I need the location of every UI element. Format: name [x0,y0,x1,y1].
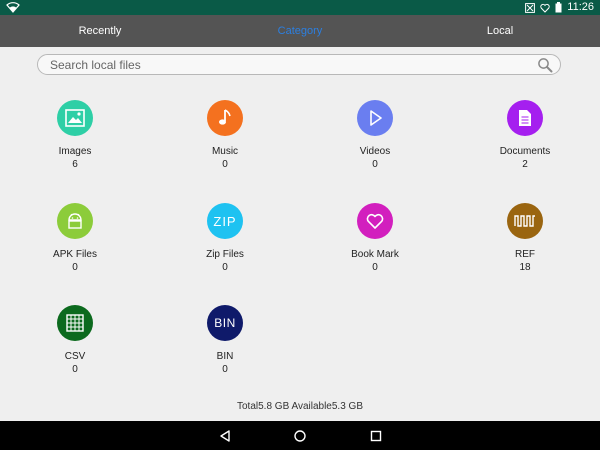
category-count: 0 [72,262,78,273]
home-icon[interactable] [293,429,307,443]
category-book-mark[interactable]: Book Mark 0 [320,203,430,274]
music-note-icon [207,100,243,136]
category-label: Music [211,146,239,157]
category-count: 0 [222,159,228,170]
no-sim-icon [525,2,536,13]
heart-icon [357,203,393,239]
category-count: 0 [222,364,228,375]
document-icon [507,100,543,136]
storage-info: Total5.8 GB Available5.3 GB [236,401,363,412]
category-label: Documents [499,146,551,157]
category-count: 0 [72,364,78,375]
play-icon [357,100,393,136]
category-label: APK Files [53,249,97,260]
category-count: 0 [372,159,378,170]
bin-glyph: BIN [214,316,236,330]
bin-icon: BIN [207,305,243,341]
category-count: 2 [522,159,528,170]
category-apk-files[interactable]: APK Files 0 [20,203,130,274]
category-label: Zip Files [206,249,244,260]
zip-icon: ZIP [207,203,243,239]
tab-bar: Recently Category Local [0,15,600,47]
category-count: 18 [519,262,531,273]
category-ref[interactable]: REF 18 [470,203,580,274]
category-bin[interactable]: BIN BIN 0 [170,305,280,376]
category-label: Videos [359,146,391,157]
category-images[interactable]: Images 6 [20,100,130,171]
category-zip-files[interactable]: ZIP Zip Files 0 [170,203,280,274]
signal-heart-icon [540,3,550,13]
category-label: CSV [64,351,86,362]
search-icon[interactable] [537,57,553,73]
category-csv[interactable]: CSV 0 [20,305,130,376]
category-count: 6 [72,159,78,170]
image-icon [57,100,93,136]
category-count: 0 [372,262,378,273]
spreadsheet-icon [57,305,93,341]
status-time: 11:26 [567,1,594,13]
tab-category[interactable]: Category [200,15,400,47]
category-videos[interactable]: Videos 0 [320,100,430,171]
search-bar [37,54,561,75]
battery-icon [555,2,562,13]
category-documents[interactable]: Documents 2 [470,100,580,171]
category-label: BIN [216,351,234,362]
zip-glyph: ZIP [213,213,237,229]
category-label: Images [58,146,92,157]
file-manager-app: 11:26 Recently Category Local Ima [0,0,600,450]
navigation-bar [0,421,600,450]
tab-local[interactable]: Local [400,15,600,47]
category-label: REF [515,249,535,260]
recents-icon[interactable] [369,429,383,443]
category-music[interactable]: Music 0 [170,100,280,171]
tab-recently[interactable]: Recently [0,15,200,47]
wifi-icon [6,1,20,13]
search-input[interactable] [50,56,520,73]
status-bar: 11:26 [0,0,600,15]
back-icon[interactable] [218,429,232,443]
category-count: 0 [222,262,228,273]
category-label: Book Mark [351,249,399,260]
android-icon [57,203,93,239]
waveform-icon [507,203,543,239]
